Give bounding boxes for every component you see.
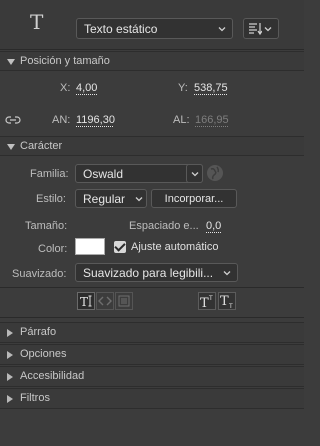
section-character[interactable]: Carácter: [0, 136, 304, 156]
auto-kern-checkbox[interactable]: [114, 241, 126, 253]
font-style-value: Regular: [83, 191, 126, 206]
expand-triangle-icon: [7, 395, 13, 403]
render-as-html-icon[interactable]: [96, 292, 114, 310]
section-title: Opciones: [20, 348, 67, 360]
section-position-size[interactable]: Posición y tamaño: [0, 51, 304, 71]
section-title: Filtros: [20, 392, 50, 404]
chevron-down-icon: [191, 171, 199, 176]
embed-fonts-button[interactable]: Incorporar...: [151, 189, 237, 208]
letter-spacing-label: Espaciado e...: [129, 220, 199, 232]
color-label: Color:: [38, 243, 68, 255]
svg-text:T: T: [200, 296, 209, 310]
subscript-icon[interactable]: T T: [218, 292, 236, 310]
style-label: Estilo:: [36, 193, 66, 205]
section-title: Accesibilidad: [20, 370, 85, 382]
font-family-dropdown[interactable]: Oswald: [75, 164, 203, 183]
svg-text:T: T: [80, 295, 88, 309]
link-icon[interactable]: [5, 114, 21, 126]
section-filters[interactable]: Filtros: [0, 388, 304, 409]
y-label: Y:: [178, 82, 188, 94]
superscript-icon[interactable]: T T: [198, 292, 216, 310]
chevron-down-icon: [135, 196, 143, 201]
properties-panel: T Texto estático Posición y tamaño X: 4,…: [0, 0, 304, 446]
height-label: AL:: [173, 114, 190, 126]
font-color-swatch[interactable]: [75, 238, 105, 255]
height-value[interactable]: 166,95: [195, 114, 229, 126]
font-style-dropdown[interactable]: Regular: [75, 189, 147, 208]
smoothing-dropdown[interactable]: Suavizado para legibili...: [75, 263, 238, 282]
chevron-down-icon: [218, 26, 226, 31]
chevron-down-icon: [223, 270, 231, 275]
x-label: X:: [60, 82, 71, 94]
panel-empty-area: [0, 410, 304, 446]
smoothing-value: Suavizado para legibili...: [83, 265, 214, 280]
size-label: Tamaño:: [25, 220, 68, 232]
selectable-text-icon[interactable]: T: [77, 292, 95, 310]
x-value[interactable]: 4,00: [76, 82, 97, 94]
text-type-dropdown[interactable]: Texto estático: [76, 18, 233, 39]
y-value[interactable]: 538,75: [194, 82, 228, 94]
collapse-triangle-icon: [7, 59, 15, 65]
globe-icon[interactable]: [206, 164, 224, 182]
chevron-down-icon: [264, 26, 272, 31]
section-accessibility[interactable]: Accesibilidad: [0, 366, 304, 387]
family-label: Familia:: [30, 168, 69, 180]
font-family-chevron-button[interactable]: [186, 164, 203, 183]
embed-button-label: Incorporar...: [164, 192, 224, 205]
expand-triangle-icon: [7, 329, 13, 337]
auto-kern-label: Ajuste automático: [131, 241, 219, 253]
text-type-value: Texto estático: [84, 21, 158, 36]
smoothing-label: Suavizado:: [12, 268, 67, 280]
section-paragraph[interactable]: Párrafo: [0, 322, 304, 343]
width-label: AN:: [52, 114, 71, 126]
text-tool-header: T Texto estático: [0, 0, 304, 50]
text-orientation-icon: [249, 23, 262, 36]
text-orientation-dropdown[interactable]: [243, 18, 279, 39]
section-title: Carácter: [20, 140, 63, 152]
divider: [0, 287, 304, 288]
font-family-value: Oswald: [83, 166, 124, 181]
section-title: Posición y tamaño: [20, 55, 110, 67]
expand-triangle-icon: [7, 351, 13, 359]
text-tool-icon: T: [30, 10, 44, 34]
collapse-triangle-icon: [7, 144, 15, 150]
divider: [0, 317, 304, 318]
svg-text:T: T: [228, 303, 233, 310]
section-title: Párrafo: [20, 326, 57, 338]
width-value[interactable]: 1196,30: [76, 114, 115, 126]
svg-text:T: T: [220, 294, 229, 309]
expand-triangle-icon: [7, 373, 13, 381]
show-border-icon[interactable]: [115, 292, 133, 310]
section-options[interactable]: Opciones: [0, 344, 304, 365]
svg-text:T: T: [208, 295, 213, 302]
letter-spacing-value[interactable]: 0,0: [206, 220, 221, 232]
